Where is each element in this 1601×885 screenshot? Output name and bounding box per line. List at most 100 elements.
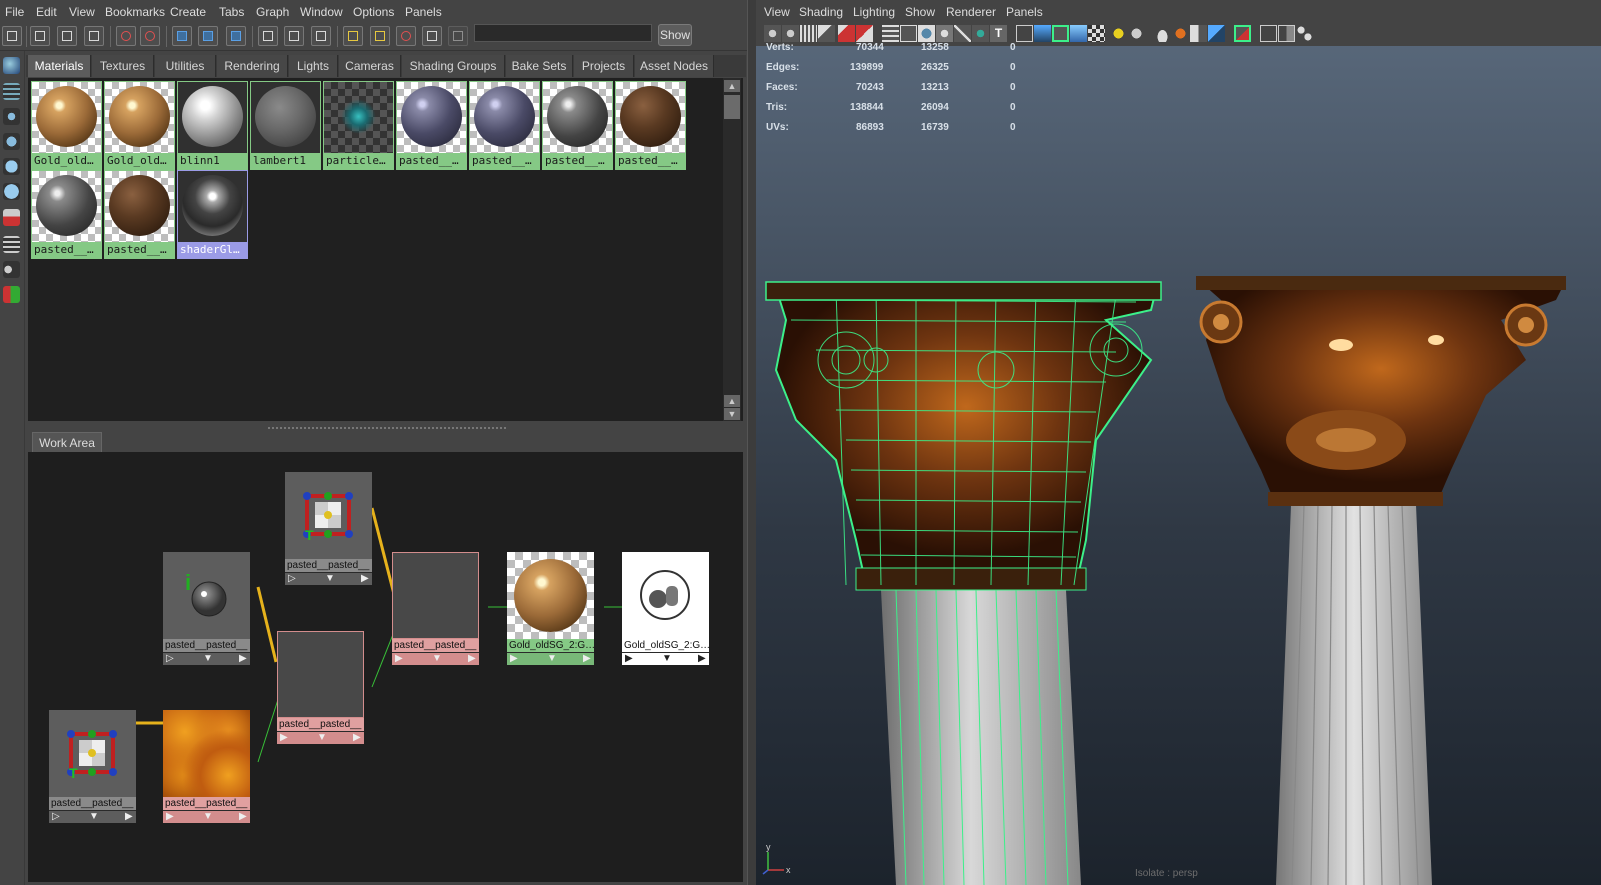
search-field[interactable] bbox=[474, 24, 652, 42]
render-node-icon[interactable] bbox=[396, 26, 416, 46]
tab-asset-nodes[interactable]: Asset Nodes bbox=[635, 55, 714, 77]
medium-swatch-icon[interactable] bbox=[3, 133, 20, 150]
small-swatch-icon[interactable] bbox=[3, 108, 20, 125]
2d-pan-zoom-icon[interactable] bbox=[838, 25, 855, 42]
material-swatch[interactable]: pasted__… bbox=[104, 170, 175, 259]
xray-icon[interactable] bbox=[1154, 25, 1171, 42]
place2d-texture-node[interactable]: T pasted__pasted__ ▷ ▼ ▶ bbox=[285, 472, 372, 585]
camera-attributes-icon[interactable] bbox=[782, 25, 799, 42]
material-swatch[interactable]: lambert1 bbox=[250, 81, 321, 170]
isolate-select-icon[interactable] bbox=[1234, 25, 1251, 42]
sort-by-name-icon[interactable] bbox=[3, 209, 20, 226]
film-gate-icon[interactable] bbox=[900, 25, 917, 42]
viewport-menu-renderer[interactable]: Renderer bbox=[946, 5, 996, 19]
field-chart-icon[interactable] bbox=[954, 25, 971, 42]
xray-joints-icon[interactable] bbox=[1172, 25, 1189, 42]
material-swatch[interactable]: Gold_old… bbox=[31, 81, 102, 170]
pane-splitter[interactable] bbox=[268, 427, 508, 429]
tab-materials[interactable]: Materials bbox=[28, 55, 91, 77]
viewport-menu-show[interactable]: Show bbox=[905, 5, 935, 19]
gold-material-node[interactable]: Gold_oldSG_2:G… ▶ ▼ ▶ bbox=[507, 552, 594, 665]
node-port-bar[interactable]: ▶ ▼ ▶ bbox=[392, 652, 479, 665]
node-port-bar[interactable]: ▶ ▼ ▶ bbox=[622, 652, 709, 665]
sort-reverse-icon[interactable] bbox=[3, 286, 20, 303]
menu-window[interactable]: Window bbox=[300, 5, 343, 19]
layout-split-icon[interactable] bbox=[84, 26, 104, 46]
sort-by-time-icon[interactable] bbox=[3, 261, 20, 278]
material-swatch[interactable]: blinn1 bbox=[177, 81, 248, 170]
material-swatch[interactable]: Gold_old… bbox=[104, 81, 175, 170]
shading-group-node[interactable]: Gold_oldSG_2:G… ▶ ▼ ▶ bbox=[622, 552, 709, 665]
menu-panels[interactable]: Panels bbox=[405, 5, 442, 19]
material-swatch[interactable]: pasted__… bbox=[615, 81, 686, 170]
material-swatch[interactable]: pasted__… bbox=[31, 170, 102, 259]
share-icon[interactable] bbox=[1296, 25, 1313, 42]
viewport-menu-lighting[interactable]: Lighting bbox=[853, 5, 895, 19]
large-swatch-icon[interactable] bbox=[3, 158, 20, 175]
rearrange-graph-icon[interactable] bbox=[343, 26, 363, 46]
resolution-gate-icon[interactable] bbox=[918, 25, 935, 42]
material-swatch[interactable]: pasted__… bbox=[469, 81, 540, 170]
output-connections-icon[interactable] bbox=[311, 26, 331, 46]
node-port-bar[interactable]: ▶ ▼ ▶ bbox=[277, 731, 364, 744]
create-bar-icon[interactable] bbox=[3, 57, 20, 74]
layout-bottom-icon[interactable] bbox=[57, 26, 77, 46]
material-swatch[interactable]: pasted__… bbox=[542, 81, 613, 170]
tab-rendering[interactable]: Rendering bbox=[217, 55, 288, 77]
show-button[interactable]: Show bbox=[658, 24, 692, 46]
menu-edit[interactable]: Edit bbox=[36, 5, 57, 19]
use-all-lights-icon[interactable] bbox=[1088, 25, 1105, 42]
node-port-bar[interactable]: ▷ ▼ ▶ bbox=[163, 652, 250, 665]
safe-action-icon[interactable] bbox=[972, 25, 989, 42]
material-swatch[interactable]: pasted__… bbox=[396, 81, 467, 170]
shader-node[interactable]: pasted__pasted__ ▶ ▼ ▶ bbox=[277, 631, 364, 744]
image-plane-icon[interactable] bbox=[818, 25, 835, 42]
backface-culling-icon[interactable] bbox=[1208, 25, 1225, 42]
tool-shelf-icon[interactable] bbox=[2, 26, 22, 46]
viewport-menu-shading[interactable]: Shading bbox=[799, 5, 843, 19]
file-texture-node[interactable]: pasted__pasted__ ▶ ▼ ▶ bbox=[163, 710, 250, 823]
graph-down-icon[interactable] bbox=[140, 26, 160, 46]
menu-tabs[interactable]: Tabs bbox=[219, 5, 244, 19]
node-port-bar[interactable]: ▶ ▼ ▶ bbox=[163, 810, 250, 823]
tab-bake-sets[interactable]: Bake Sets bbox=[506, 55, 573, 77]
sort-by-type-icon[interactable] bbox=[3, 236, 20, 253]
input-output-icon[interactable] bbox=[284, 26, 304, 46]
shadows-icon[interactable] bbox=[1110, 25, 1127, 42]
tab-lights[interactable]: Lights bbox=[289, 55, 338, 77]
tab-work-area[interactable]: Work Area bbox=[32, 432, 102, 453]
hud-icon[interactable] bbox=[1260, 25, 1277, 42]
tab-projects[interactable]: Projects bbox=[574, 55, 634, 77]
viewport-menu-view[interactable]: View bbox=[764, 5, 790, 19]
safe-title-icon[interactable]: T bbox=[990, 25, 1007, 42]
swatch-settings-icon[interactable] bbox=[422, 26, 442, 46]
menu-options[interactable]: Options bbox=[353, 5, 394, 19]
menu-create[interactable]: Create bbox=[170, 5, 206, 19]
xlarge-swatch-icon[interactable] bbox=[3, 183, 20, 200]
bookmarks-icon[interactable] bbox=[800, 25, 817, 42]
layout-top-icon[interactable] bbox=[30, 26, 50, 46]
material-swatch-selected[interactable]: shaderGl… bbox=[177, 170, 248, 259]
menu-graph[interactable]: Graph bbox=[256, 5, 289, 19]
select-camera-icon[interactable] bbox=[764, 25, 781, 42]
xray-active-icon[interactable] bbox=[1190, 25, 1207, 42]
tab-shading-groups[interactable]: Shading Groups bbox=[402, 55, 505, 77]
menu-view[interactable]: View bbox=[69, 5, 95, 19]
scroll-up-icon[interactable]: ▲ bbox=[724, 80, 740, 92]
scroll-up-icon[interactable]: ▲ bbox=[724, 395, 740, 407]
textured-icon[interactable] bbox=[1070, 25, 1087, 42]
grid-icon[interactable] bbox=[882, 25, 899, 42]
materials-scrollbar[interactable] bbox=[723, 78, 741, 421]
wireframe-icon[interactable] bbox=[1016, 25, 1033, 42]
wireframe-on-shaded-icon[interactable] bbox=[1052, 25, 1069, 42]
graph-output-icon[interactable] bbox=[226, 26, 246, 46]
smooth-shade-icon[interactable] bbox=[1034, 25, 1051, 42]
tab-cameras[interactable]: Cameras bbox=[339, 55, 401, 77]
gate-mask-icon[interactable] bbox=[936, 25, 953, 42]
menu-file[interactable]: File bbox=[5, 5, 24, 19]
list-view-icon[interactable] bbox=[3, 83, 20, 100]
shader-node[interactable]: pasted__pasted__ ▶ ▼ ▶ bbox=[392, 552, 479, 665]
input-connections-icon[interactable] bbox=[258, 26, 278, 46]
sort-icon[interactable] bbox=[370, 26, 390, 46]
menu-bookmarks[interactable]: Bookmarks bbox=[105, 5, 165, 19]
